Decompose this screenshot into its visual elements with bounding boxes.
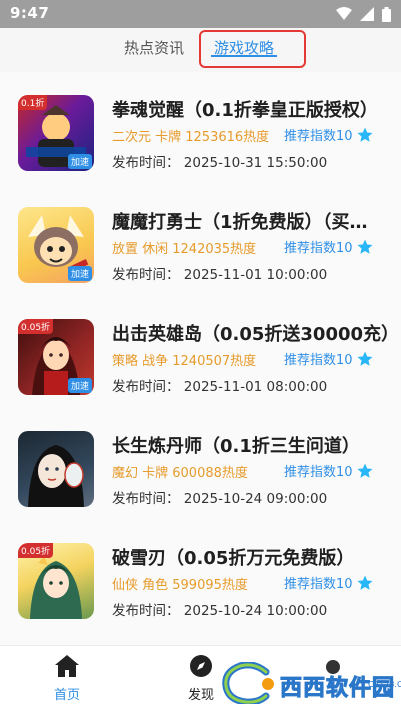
status-icons	[336, 6, 391, 22]
list-item[interactable]: 0.1折 加速 拳魂觉醒（0.1折拳皇正版授权） 二次元 卡牌 1253616热…	[0, 72, 401, 184]
game-tags: 仙侠 角色 599095热度	[112, 578, 248, 593]
star-icon	[357, 351, 373, 366]
publish-time: 发布时间： 2025-10-24 09:00:00	[112, 491, 328, 507]
game-title: 魔魔打勇士（1折免费版）（买…	[112, 212, 368, 233]
publish-time: 发布时间： 2025-11-01 10:00:00	[112, 267, 328, 283]
nav-home[interactable]: 首页	[37, 654, 97, 703]
publish-time: 发布时间： 2025-11-01 08:00:00	[112, 379, 328, 395]
home-icon	[55, 655, 79, 677]
mask-lady-icon	[18, 431, 94, 507]
discount-label: 0.05折	[18, 543, 54, 558]
recommend-label: 推荐指数10	[284, 129, 353, 144]
recommend-label: 推荐指数10	[284, 465, 353, 480]
game-tags: 魔幻 卡牌 600088热度	[112, 466, 248, 481]
heroine-icon: 0.05折 加速	[18, 319, 94, 395]
star-icon	[357, 463, 373, 478]
speed-badge: 加速	[67, 378, 92, 393]
game-title: 长生炼丹师（0.1折三生问道）	[112, 436, 360, 457]
speed-badge: 加速	[67, 266, 92, 281]
watermark-logo-icon	[222, 662, 274, 704]
discover-icon	[190, 655, 212, 677]
game-tags: 二次元 卡牌 1253616热度	[112, 130, 270, 145]
cartoon-warrior-icon: 加速	[18, 207, 94, 283]
recommend-rating: 推荐指数10	[284, 237, 374, 256]
list-item[interactable]: 加速 魔魔打勇士（1折免费版）（买… 放置 休闲 1242035热度 推荐指数1…	[0, 184, 401, 296]
list-item[interactable]: 0.05折 破雪刃（0.05折万元免费版） 仙侠 角色 599095热度 推荐指…	[0, 520, 401, 632]
cellular-icon	[360, 7, 374, 21]
recommend-label: 推荐指数10	[284, 241, 353, 256]
battery-icon	[382, 6, 391, 22]
list-item[interactable]: 长生炼丹师（0.1折三生问道） 魔幻 卡牌 600088热度 推荐指数10 发布…	[0, 408, 401, 520]
discount-label: 0.05折	[18, 319, 54, 334]
publish-time: 发布时间： 2025-10-24 10:00:00	[112, 603, 328, 619]
site-watermark: 西西软件园 CR173.COM	[218, 662, 401, 704]
kof-game-icon: 0.1折 加速	[18, 95, 94, 171]
fairy-icon: 0.05折	[18, 543, 94, 619]
list-item[interactable]: 0.05折 加速 出击英雄岛（0.05折送30000充） 策略 战争 12405…	[0, 296, 401, 408]
recommend-label: 推荐指数10	[284, 353, 353, 368]
recommend-rating: 推荐指数10	[284, 461, 374, 480]
watermark-sub: CR173.COM	[368, 680, 401, 689]
star-icon	[357, 127, 373, 142]
publish-time: 发布时间： 2025-10-31 15:50:00	[112, 155, 328, 171]
recommend-rating: 推荐指数10	[284, 125, 374, 144]
star-icon	[357, 239, 373, 254]
discount-label: 0.1折	[18, 95, 48, 110]
game-tags: 策略 战争 1240507热度	[112, 354, 257, 369]
recommend-rating: 推荐指数10	[284, 349, 374, 368]
game-title: 出击英雄岛（0.05折送30000充）	[112, 324, 394, 345]
nav-home-label: 首页	[53, 688, 80, 703]
tab-hot-news[interactable]: 热点资讯	[124, 34, 184, 64]
status-bar: 9:47	[0, 0, 401, 28]
speed-badge: 加速	[67, 154, 92, 169]
recommend-label: 推荐指数10	[284, 577, 353, 592]
status-time: 9:47	[10, 4, 50, 22]
highlight-box	[199, 30, 306, 68]
recommend-rating: 推荐指数10	[284, 573, 374, 592]
wifi-icon	[336, 7, 352, 20]
game-tags: 放置 休闲 1242035热度	[112, 242, 257, 257]
game-title: 破雪刃（0.05折万元免费版）	[112, 548, 355, 569]
star-icon	[357, 575, 373, 590]
game-title: 拳魂觉醒（0.1折拳皇正版授权）	[112, 100, 378, 121]
